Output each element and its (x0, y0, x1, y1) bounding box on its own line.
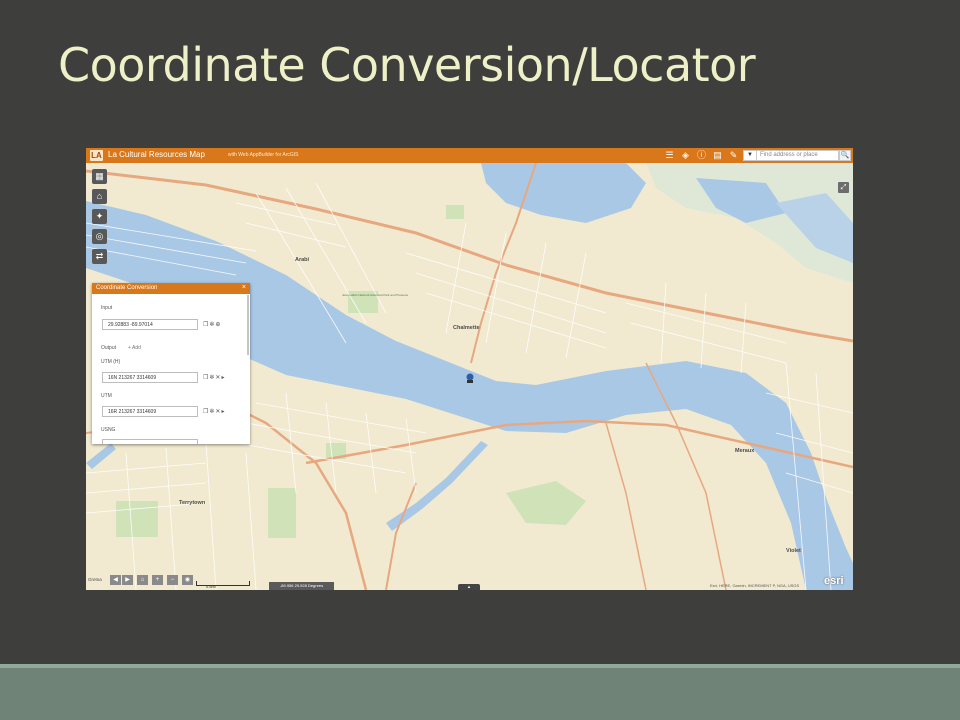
search-icon: 🔍 (840, 152, 850, 159)
esri-logo: esri (824, 575, 844, 587)
map-label-arabi: Arabi (295, 257, 310, 263)
home-button[interactable]: ⌂ (137, 575, 148, 585)
coordinate-icon: ⇄ (95, 251, 104, 261)
output-utm-h-actions[interactable]: ❐✲✕▸ (203, 374, 225, 381)
output-utm-h-label: UTM (H) (101, 359, 121, 365)
locate-me-button[interactable]: ◉ (182, 575, 193, 585)
person-icon: ✦ (95, 211, 104, 221)
search-button[interactable]: 🔍 (839, 150, 851, 161)
coordinate-conversion-button[interactable]: ⇄ (92, 249, 107, 264)
app-title: La Cultural Resources Map (108, 150, 205, 159)
arrow-right-icon: ▶ (125, 577, 130, 583)
input-label: Input (101, 305, 113, 311)
map-label-gretna: Gretna (88, 577, 102, 582)
coordinate-conversion-panel: Coordinate Conversion × Input 29.92883 -… (92, 283, 250, 444)
app-subtitle: with Web AppBuilder for ArcGIS (228, 152, 299, 158)
output-usng-field[interactable] (102, 439, 198, 444)
slide-title: Coordinate Conversion/Locator (58, 38, 756, 92)
home-widget-button[interactable]: ⌂ (92, 189, 107, 204)
zoom-out-button[interactable]: − (167, 575, 178, 585)
grid-icon: ▦ (95, 171, 104, 181)
next-extent-button[interactable]: ▶ (122, 575, 133, 585)
target-icon: ◎ (95, 231, 104, 241)
locate-icon: ◉ (184, 577, 191, 583)
input-coordinate-field[interactable]: 29.92883 -89.97014 (102, 319, 198, 330)
measure-button[interactable]: ◎ (92, 229, 107, 244)
app-window: LA La Cultural Resources Map with Web Ap… (86, 148, 853, 590)
panel-title: Coordinate Conversion (96, 285, 158, 291)
locate-button[interactable]: ✦ (92, 209, 107, 224)
output-utm-label: UTM (101, 393, 112, 399)
fullscreen-button[interactable]: ⤢ (838, 182, 849, 193)
map-label-violet: Violet (786, 548, 801, 554)
home-icon: ⌂ (96, 191, 103, 201)
map-label-terrytown: Terrytown (179, 500, 206, 506)
draw-icon[interactable]: ✎ (728, 150, 739, 161)
add-output-button[interactable]: + Add (128, 345, 141, 351)
previous-extent-button[interactable]: ◀ (110, 575, 121, 585)
app-header: LA La Cultural Resources Map with Web Ap… (86, 148, 853, 163)
minus-icon: − (170, 577, 175, 583)
panel-close-icon[interactable]: × (242, 284, 246, 291)
home-icon: ⌂ (140, 577, 145, 583)
map-label-meraux: Meraux (735, 448, 755, 454)
footer-band (0, 668, 960, 720)
fullscreen-icon: ⤢ (840, 184, 847, 191)
map-attribution: Esri, HERE, Garmin, INCREMENT P, NGA, US… (710, 583, 800, 588)
location-marker[interactable] (466, 373, 474, 384)
input-coordinate-value: 29.92883 -89.97014 (108, 322, 153, 328)
arrow-left-icon: ◀ (113, 577, 118, 583)
attribute-table-toggle[interactable]: ▲ (458, 584, 480, 590)
layer-list-icon[interactable]: ☰ (664, 150, 675, 161)
print-icon[interactable]: ▤ (712, 150, 723, 161)
scale-label: 0.6mi (206, 584, 216, 589)
coordinate-readout: -89.956 29.928 Degrees (269, 582, 334, 590)
map-view[interactable]: Arabi Chalmette Meraux Terrytown Violet … (86, 163, 853, 590)
app-logo: LA (90, 150, 103, 161)
output-utm-value: 16R 213267 3314609 (108, 409, 157, 415)
output-usng-label: USNG (101, 427, 116, 433)
map-label-park: Jean Lafitte National Historical Park an… (342, 293, 409, 297)
output-utm-h-field[interactable]: 16N 213267 3314609 (102, 372, 198, 383)
search-input[interactable]: Find address or place (760, 152, 818, 158)
zoom-in-button[interactable]: + (152, 575, 163, 585)
scale-bar (196, 581, 250, 586)
panel-scrollbar[interactable] (247, 295, 249, 355)
output-utm-h-value: 16N 213267 3314609 (108, 375, 157, 381)
output-label: Output (101, 345, 117, 351)
overview-button[interactable]: ▦ (92, 169, 107, 184)
expand-icon[interactable]: ▸ (221, 409, 225, 415)
output-utm-field[interactable]: 16R 213267 3314609 (102, 406, 198, 417)
input-actions[interactable]: ❐✲⊕ (203, 321, 221, 328)
search-box[interactable]: ▼ Find address or place (743, 150, 839, 161)
expand-icon[interactable]: ▸ (221, 375, 225, 381)
chevron-up-icon: ▲ (467, 584, 471, 589)
info-icon[interactable]: ⓘ (696, 150, 707, 161)
panel-header: Coordinate Conversion × (92, 283, 250, 294)
plus-icon: + (155, 577, 160, 583)
map-label-chalmette: Chalmette (453, 325, 480, 331)
zoom-to-icon[interactable]: ⊕ (215, 322, 221, 328)
basemap-icon[interactable]: ◈ (680, 150, 691, 161)
output-utm-actions[interactable]: ❐✲✕▸ (203, 408, 225, 415)
search-source-dropdown[interactable]: ▼ (744, 151, 757, 160)
